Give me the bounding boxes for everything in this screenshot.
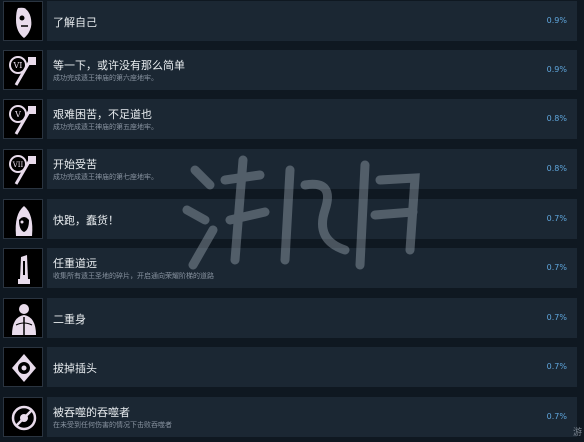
svg-text:VI: VI [13,61,23,70]
achievement-panel: 等一下，或许没有那么简单 成功完成遗王神庙的第六座地牢。 0.9% [47,50,577,90]
achievement-row[interactable]: 快跑，蠢货！ 0.7% [0,199,584,243]
hooded-mask-icon [3,199,43,239]
achievement-title: 等一下，或许没有那么简单 [53,59,185,72]
roman-seven-key-icon: VII [3,149,43,189]
achievement-row[interactable]: 被吞噬的吞噬者 在未受到任何伤害的情况下击败吞噬者 0.7% [0,397,584,441]
achievement-panel: 拔掉插头 0.7% [47,347,577,387]
achievement-row[interactable]: 任重道远 收集所有遗王圣地的碎片，开启通向荣耀阶梯的道路 0.7% [0,248,584,292]
achievement-panel: 被吞噬的吞噬者 在未受到任何伤害的情况下击败吞噬者 0.7% [47,397,577,437]
svg-text:VII: VII [12,161,24,169]
achievement-title: 拔掉插头 [53,362,97,375]
achievement-percent: 0.9% [546,16,567,25]
svg-text:V: V [14,110,21,119]
achievement-description: 成功完成遗王神庙的第六座地牢。 [53,74,158,82]
achievement-row[interactable]: 二重身 0.7% [0,298,584,342]
achievement-panel: 快跑，蠢货！ 0.7% [47,199,577,239]
achievement-percent: 0.7% [546,313,567,322]
achievement-title: 任重道远 [53,257,97,270]
achievement-panel: 开始受苦 成功完成遗王神庙的第七座地牢。 0.8% [47,149,577,189]
achievement-title: 快跑，蠢货！ [53,214,119,227]
achievement-panel: 了解自己 0.9% [47,1,577,41]
achievement-row[interactable]: VII 开始受苦 成功完成遗王神庙的第七座地牢。 0.8% [0,149,584,193]
achievement-percent: 0.7% [546,263,567,272]
achievement-row[interactable]: 了解自己 0.9% [0,1,584,45]
achievement-percent: 0.7% [546,362,567,371]
achievement-percent: 0.7% [546,412,567,421]
achievement-title: 被吞噬的吞噬者 [53,406,130,419]
achievement-row[interactable]: 拔掉插头 0.7% [0,347,584,391]
achievement-panel: 二重身 0.7% [47,298,577,338]
relic-shard-icon [3,248,43,288]
achievement-panel: 任重道远 收集所有遗王圣地的碎片，开启通向荣耀阶梯的道路 0.7% [47,248,577,288]
achievement-percent: 0.7% [546,214,567,223]
roman-five-key-icon: V [3,99,43,139]
achievement-percent: 0.9% [546,65,567,74]
achievement-percent: 0.8% [546,114,567,123]
corner-watermark-text: 游 [572,428,582,438]
twin-body-icon [3,298,43,338]
achievement-title: 二重身 [53,313,86,326]
achievement-panel: 艰难困苦，不足道也 成功完成遗王神庙的第五座地牢。 0.8% [47,99,577,139]
plug-trophy-icon [3,347,43,387]
achievement-row[interactable]: VI 等一下，或许没有那么简单 成功完成遗王神庙的第六座地牢。 0.9% [0,50,584,94]
achievement-description: 在未受到任何伤害的情况下击败吞噬者 [53,421,172,429]
achievement-description: 收集所有遗王圣地的碎片，开启通向荣耀阶梯的道路 [53,272,214,280]
achievement-title: 开始受苦 [53,158,97,171]
roman-six-key-icon: VI [3,50,43,90]
achievement-description: 成功完成遗王神庙的第五座地牢。 [53,123,158,131]
achievement-title: 了解自己 [53,16,97,29]
achievement-percent: 0.8% [546,164,567,173]
devourer-icon [3,397,43,437]
mask-face-icon [3,1,43,41]
achievement-title: 艰难困苦，不足道也 [53,108,152,121]
achievement-description: 成功完成遗王神庙的第七座地牢。 [53,173,158,181]
achievement-row[interactable]: V 艰难困苦，不足道也 成功完成遗王神庙的第五座地牢。 0.8% [0,99,584,143]
